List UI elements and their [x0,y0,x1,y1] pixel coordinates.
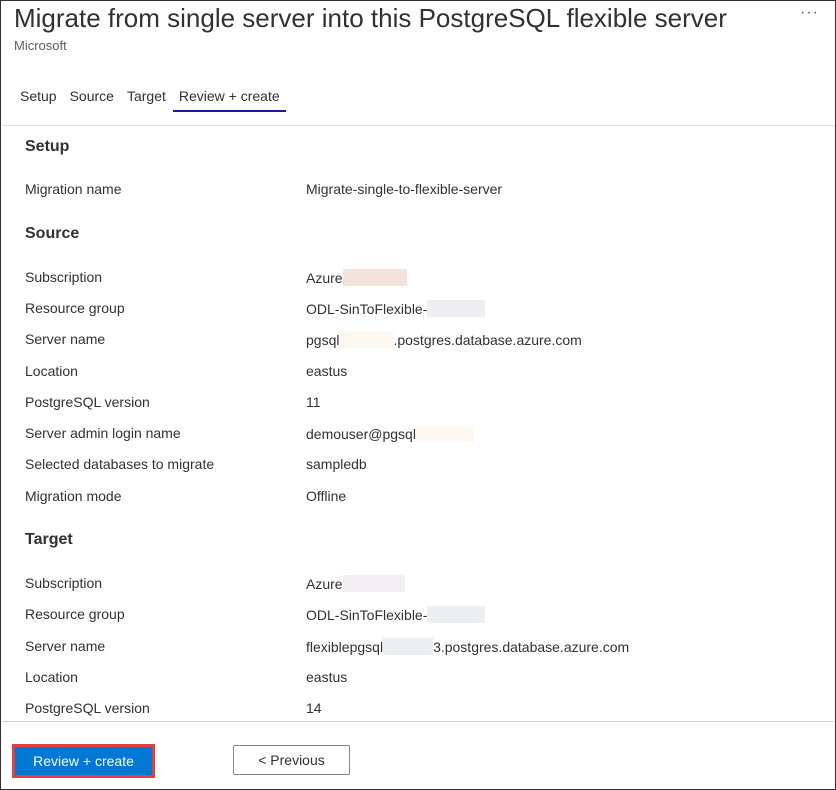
row-label: Server admin login name [25,425,181,441]
source-heading: Source [25,225,80,242]
row-label: Server name [25,638,106,654]
row-label: Location [25,363,78,379]
row-value: sampledb [306,456,367,472]
review-create-button[interactable]: Review + create [12,744,155,778]
row-label: Subscription [25,575,103,591]
row-value: 14 [306,700,322,716]
row-label: Migration mode [25,488,122,504]
redacted-block [427,300,486,317]
redacted-block [383,638,434,655]
value-text: Azure [306,270,343,286]
value-text: ODL-SinToFlexible- [306,607,428,623]
row-label: Subscription [25,269,103,285]
target-row-subscription: Subscription Azure [25,575,805,595]
target-row-server-name: Server name flexiblepgsql 3.postgres.data… [25,638,805,658]
source-row-version: PostgreSQL version 11 [25,394,805,414]
target-row-location: Location eastus [25,669,805,689]
row-label: Selected databases to migrate [25,456,215,472]
source-row-admin-login: Server admin login name demouser@pgsql [25,425,805,445]
row-value: flexiblepgsql 3.postgres.database.azure.c… [306,638,629,655]
row-value: 11 [306,394,321,410]
row-value: Offline [306,488,347,504]
value-text: ODL-SinToFlexible- [306,301,428,317]
review-summary: Setup Migration name Migrate-single-to-f… [2,125,834,721]
row-value: demouser@pgsql [306,425,474,442]
source-row-server-name: Server name pgsql .postgres.database.azur… [25,331,805,351]
redacted-block [342,575,405,592]
row-label: Resource group [25,300,125,316]
value-suffix: 3.postgres.database.azure.com [433,639,630,655]
row-label: Location [25,669,78,685]
source-row-resource-group: Resource group ODL-SinToFlexible- [25,300,805,320]
tab-target[interactable]: Target [127,88,166,108]
target-row-resource-group: Resource group ODL-SinToFlexible- [25,606,805,626]
row-value: pgsql .postgres.database.azure.com [306,331,582,348]
row-value: eastus [306,669,348,685]
redacted-block [427,606,486,623]
setup-heading: Setup [25,138,70,155]
source-row-location: Location eastus [25,363,805,383]
wizard-tabs: Setup Source Target Review + create [20,88,299,112]
page-title: Migrate from single server into this Pos… [14,3,727,33]
target-row-version: PostgreSQL version 14 [25,700,805,720]
row-label: Migration name [25,181,122,197]
row-value: eastus [306,363,348,379]
previous-button[interactable]: < Previous [233,745,350,775]
publisher-subtitle: Microsoft [14,38,67,53]
row-label: PostgreSQL version [25,700,150,716]
tab-source[interactable]: Source [70,88,114,108]
value-prefix: flexiblepgsql [306,639,384,655]
value-text: Azure [306,576,343,592]
row-value: Azure [306,269,407,286]
row-label: PostgreSQL version [25,394,150,410]
value-text: demouser@pgsql [306,426,416,442]
tab-setup[interactable]: Setup [20,88,57,108]
target-heading: Target [25,531,73,548]
source-row-subscription: Subscription Azure [25,269,805,289]
redacted-block [339,331,394,348]
summary-row-migration-name: Migration name Migrate-single-to-flexibl… [25,181,805,201]
tab-review-create[interactable]: Review + create [172,88,286,112]
value-prefix: pgsql [306,332,340,348]
more-options-icon[interactable]: ··· [800,4,819,22]
row-value: Migrate-single-to-flexible-server [306,181,503,197]
row-label: Resource group [25,606,125,622]
row-value: ODL-SinToFlexible- [306,606,486,623]
source-row-databases: Selected databases to migrate sampledb [25,456,805,476]
value-suffix: .postgres.database.azure.com [393,332,582,348]
redacted-block [415,425,474,442]
source-row-mode: Migration mode Offline [25,488,805,508]
redacted-block [342,269,407,286]
row-label: Server name [25,331,106,347]
row-value: ODL-SinToFlexible- [306,300,486,317]
row-value: Azure [306,575,405,592]
